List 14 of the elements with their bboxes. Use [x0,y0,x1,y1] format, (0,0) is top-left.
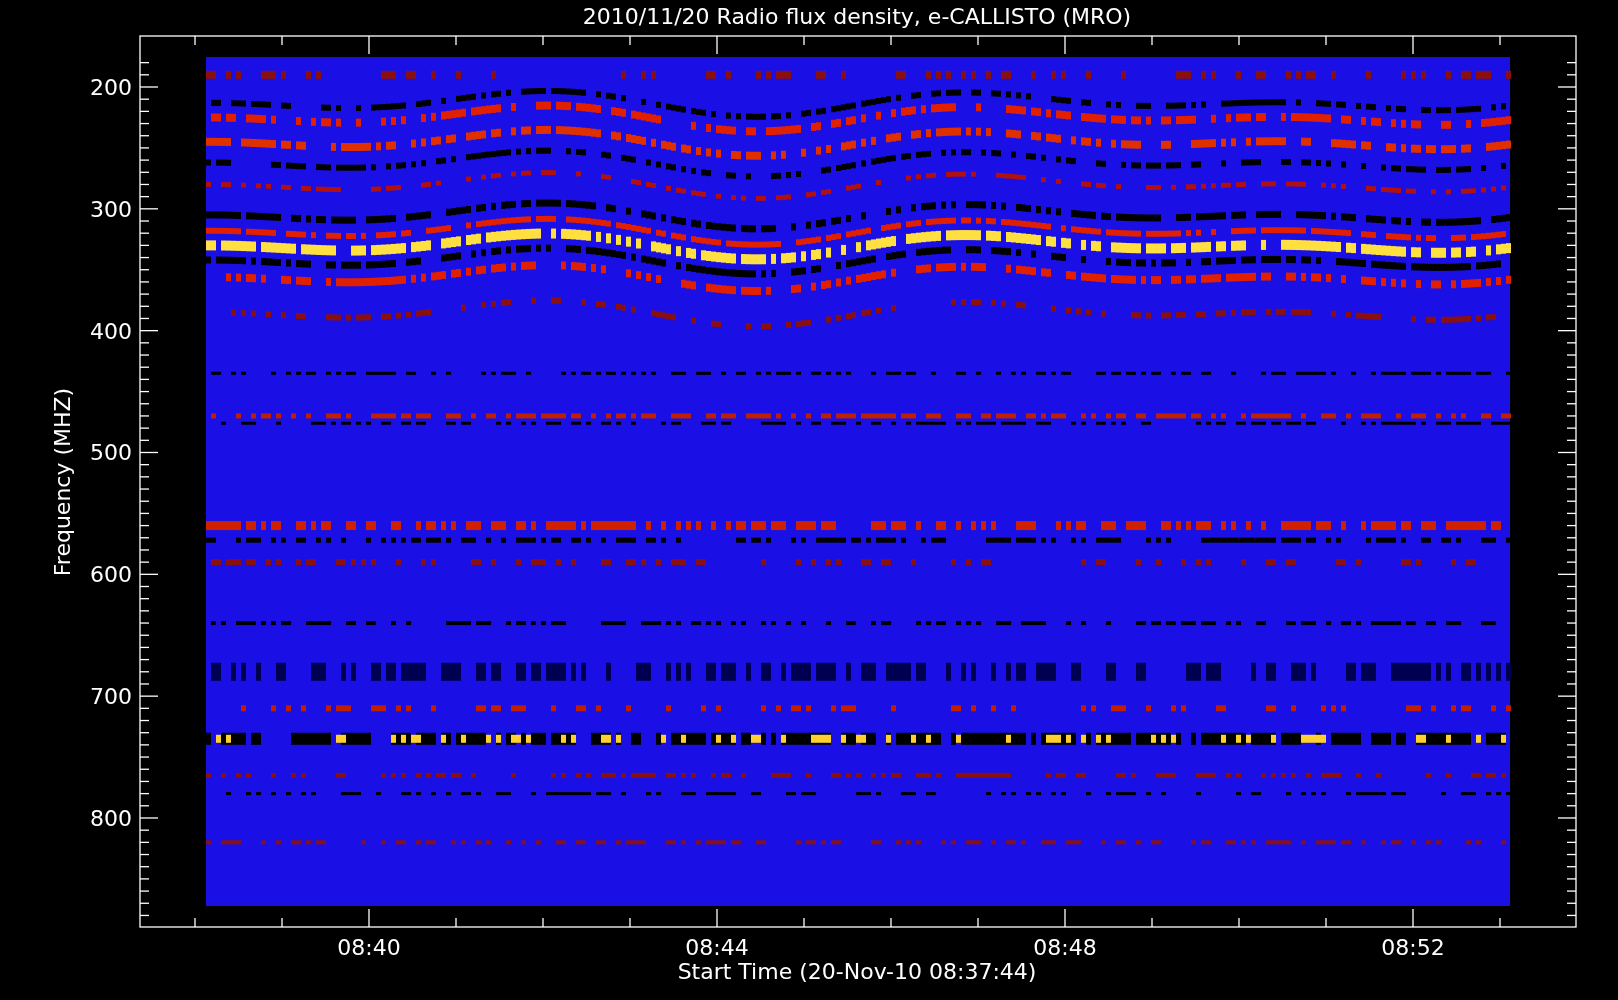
y-tick-label: 200 [90,75,132,100]
chart-title: 2010/11/20 Radio flux density, e-CALLISTO (MRO) [582,4,1132,29]
y-tick-label: 700 [90,684,132,710]
y-tick-label: 400 [90,318,132,344]
y-tick-label: 500 [90,440,132,466]
x-tick-label: 08:52 [1381,935,1445,960]
x-axis-label: Start Time (20-Nov-10 08:37:44) [677,959,1037,984]
y-axis-label: Frequency (MHZ) [50,387,75,577]
y-tick-label: 800 [90,806,132,831]
x-tick-label: 08:44 [685,935,749,960]
y-tick-label: 300 [90,196,132,222]
x-tick-label: 08:48 [1033,935,1097,960]
x-tick-label: 08:40 [337,935,401,960]
y-tick-label: 600 [90,562,132,588]
